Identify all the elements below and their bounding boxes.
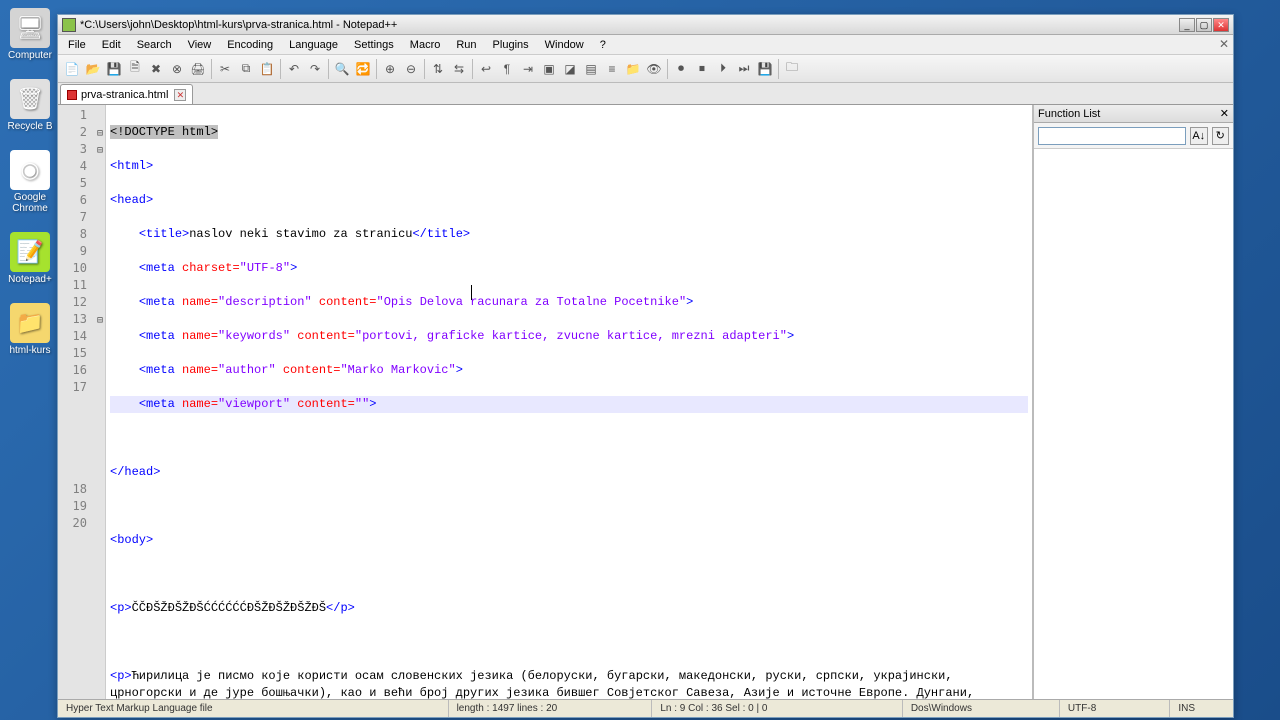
menubar: File Edit Search View Encoding Language … [58,35,1233,55]
folderview-icon[interactable]: 📁 [623,59,643,79]
new-icon[interactable]: 📄 [62,59,82,79]
desktop-icon-notepadpp[interactable]: 📝Notepad+ [4,232,56,285]
desktop-icon-computer[interactable]: 🖥Computer [4,8,56,61]
menu-encoding[interactable]: Encoding [219,37,281,53]
tabbar: prva-stranica.html ✕ [58,83,1233,105]
panel-body [1034,149,1233,699]
desktop-icons: 🖥Computer 🗑Recycle B ◉Google Chrome 📝Not… [4,8,56,374]
tab-label: prva-stranica.html [81,89,168,101]
notepadpp-window: *C:\Users\john\Desktop\html-kurs\prva-st… [57,14,1234,718]
savemacro-icon[interactable]: 💾 [755,59,775,79]
menu-view[interactable]: View [180,37,220,53]
panel-close-icon[interactable]: ✕ [1220,107,1229,120]
status-mode: INS [1170,700,1233,717]
text-cursor [471,285,472,300]
reload-icon[interactable]: ↻ [1212,127,1230,145]
copy-icon[interactable]: ⧉ [236,59,256,79]
menu-plugins[interactable]: Plugins [485,37,537,53]
desktop-icon-recycle[interactable]: 🗑Recycle B [4,79,56,132]
status-pos: Ln : 9 Col : 36 Sel : 0 | 0 [652,700,902,717]
monitor-icon[interactable]: 👁 [644,59,664,79]
docmap-icon[interactable]: ▤ [581,59,601,79]
code-area[interactable]: <!DOCTYPE html> <html> <head> <title>nas… [106,105,1032,699]
minimize-button[interactable]: _ [1179,18,1195,32]
gutter: 1 2 3 4 5 6 7 8 9 10 11 12 13 14 15 16 1… [58,105,106,699]
record-icon[interactable]: ⏺ [671,59,691,79]
editor[interactable]: 1 2 3 4 5 6 7 8 9 10 11 12 13 14 15 16 1… [58,105,1033,699]
panel-header[interactable]: Function List ✕ [1034,105,1233,123]
open-icon[interactable]: 📂 [83,59,103,79]
menu-language[interactable]: Language [281,37,346,53]
fold-icon[interactable]: ▣ [539,59,559,79]
menu-help[interactable]: ? [592,37,614,53]
panel-title: Function List [1038,108,1100,120]
status-eol: Dos\Windows [903,700,1060,717]
desktop-icon-folder[interactable]: 📁html-kurs [4,303,56,356]
desktop-icon-chrome[interactable]: ◉Google Chrome [4,150,56,214]
status-length: length : 1497 lines : 20 [449,700,653,717]
statusbar: Hyper Text Markup Language file length :… [58,699,1233,717]
status-enc: UTF-8 [1060,700,1170,717]
undo-icon[interactable]: ↶ [284,59,304,79]
restore-button[interactable]: ▢ [1196,18,1212,32]
find-icon[interactable]: 🔍 [332,59,352,79]
funclist-icon[interactable]: ≡ [602,59,622,79]
window-title: *C:\Users\john\Desktop\html-kurs\prva-st… [80,19,1179,31]
menu-window[interactable]: Window [537,37,592,53]
sort-icon[interactable]: A↓ [1190,127,1208,145]
play-icon[interactable]: ⏵ [713,59,733,79]
titlebar[interactable]: *C:\Users\john\Desktop\html-kurs\prva-st… [58,15,1233,35]
cut-icon[interactable]: ✂ [215,59,235,79]
menu-file[interactable]: File [60,37,94,53]
zoomout-icon[interactable]: ⊖ [401,59,421,79]
saveall-icon[interactable]: 🗎 [125,59,145,79]
indent-icon[interactable]: ⇥ [518,59,538,79]
playmulti-icon[interactable]: ⏭ [734,59,754,79]
paste-icon[interactable]: 📋 [257,59,277,79]
sync-v-icon[interactable]: ⇅ [428,59,448,79]
function-list-panel: Function List ✕ A↓ ↻ [1033,105,1233,699]
zoomin-icon[interactable]: ⊕ [380,59,400,79]
menu-settings[interactable]: Settings [346,37,402,53]
toolbar-extra-icon[interactable]: 🗀 [782,59,802,79]
allchars-icon[interactable]: ¶ [497,59,517,79]
print-icon[interactable]: 🖨 [188,59,208,79]
close-icon[interactable]: ✖ [146,59,166,79]
userlang-icon[interactable]: ◪ [560,59,580,79]
save-icon[interactable]: 💾 [104,59,124,79]
menu-edit[interactable]: Edit [94,37,129,53]
sync-h-icon[interactable]: ⇆ [449,59,469,79]
stop-icon[interactable]: ⏹ [692,59,712,79]
toolbar: 📄 📂 💾 🗎 ✖ ⊗ 🖨 ✂ ⧉ 📋 ↶ ↷ 🔍 🔁 ⊕ ⊖ ⇅ ⇆ ↩ ¶ … [58,55,1233,83]
file-tab[interactable]: prva-stranica.html ✕ [60,84,193,104]
close-button[interactable]: ✕ [1213,18,1229,32]
status-lang: Hyper Text Markup Language file [58,700,449,717]
function-filter-input[interactable] [1038,127,1186,145]
menu-macro[interactable]: Macro [402,37,449,53]
tab-close-icon[interactable]: ✕ [174,89,186,101]
workspace: 1 2 3 4 5 6 7 8 9 10 11 12 13 14 15 16 1… [58,105,1233,699]
wrap-icon[interactable]: ↩ [476,59,496,79]
menu-run[interactable]: Run [448,37,484,53]
app-icon [62,18,76,32]
menu-search[interactable]: Search [129,37,180,53]
modified-dot-icon [67,90,77,100]
closeall-icon[interactable]: ⊗ [167,59,187,79]
replace-icon[interactable]: 🔁 [353,59,373,79]
redo-icon[interactable]: ↷ [305,59,325,79]
doc-close-x[interactable]: ✕ [1219,37,1229,51]
